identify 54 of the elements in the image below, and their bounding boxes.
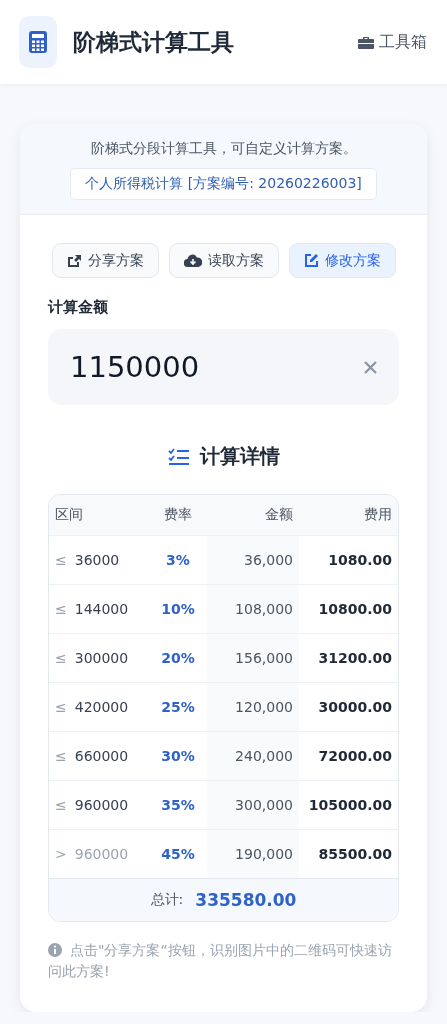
rate-cell-text: 30%: [160, 747, 196, 766]
amount-value[interactable]: 1150000: [70, 350, 364, 384]
fee-cell-text: 85500.00: [317, 845, 393, 864]
calculator-icon: [29, 31, 47, 53]
rate-cell-text: 35%: [160, 796, 196, 815]
fee-cell-text: 10800.00: [317, 600, 393, 619]
column-header: 费率: [163, 505, 193, 524]
rate-cell-text: 3%: [165, 551, 191, 570]
share-icon: [66, 253, 82, 268]
range-cell-text: ≤ 300000: [54, 649, 130, 668]
checklist-icon: [167, 447, 190, 466]
amount-cell: 190,000: [207, 830, 299, 878]
description-text: 阶梯式分段计算工具，可自定义计算方案。: [90, 140, 357, 158]
section-title: 计算详情: [199, 443, 280, 470]
column-header: 金额: [264, 505, 294, 524]
range-cell-text: ≤ 420000: [54, 698, 130, 717]
amount-label: 计算金额: [48, 298, 109, 317]
info-icon: [48, 943, 62, 957]
total-label: 总计:: [150, 891, 184, 909]
range-cell-text: ≤ 960000: [54, 796, 130, 815]
fee-cell-text: 72000.00: [317, 747, 393, 766]
range-cell-text: > 960000: [54, 845, 130, 864]
note-text: 点击"分享方案“按钮，识别图片中的二维码可快速访问此方案!: [48, 941, 393, 981]
column-header: 区间: [54, 505, 84, 524]
app-title: 阶梯式计算工具: [73, 27, 235, 57]
fee-cell-text: 30000.00: [317, 698, 393, 717]
amount-cell: 300,000: [207, 781, 299, 829]
range-cell-text: ≤ 144000: [54, 600, 130, 619]
edit-scheme-button[interactable]: 修改方案: [288, 243, 396, 278]
fee-cell-text: 31200.00: [317, 649, 393, 668]
edit-icon: [303, 253, 319, 268]
rate-cell-text: 45%: [160, 845, 196, 864]
toolbox-icon: [358, 35, 374, 49]
amount-field[interactable]: 1150000: [48, 329, 399, 405]
amount-cell: 108,000: [207, 585, 299, 633]
amount-cell: 240,000: [207, 732, 299, 780]
fee-cell-text: 1080.00: [327, 551, 393, 570]
amount-cell: 120,000: [207, 683, 299, 731]
cloud-download-icon: [183, 254, 202, 267]
load-scheme-button[interactable]: 读取方案: [168, 243, 279, 278]
amount-cell: 36,000: [207, 536, 299, 584]
share-scheme-button[interactable]: 分享方案: [51, 243, 159, 278]
rate-cell-text: 25%: [160, 698, 196, 717]
range-cell-text: ≤ 660000: [54, 747, 130, 766]
fee-cell-text: 105000.00: [307, 796, 393, 815]
rate-cell-text: 20%: [160, 649, 196, 668]
range-cell-text: ≤ 36000: [54, 551, 121, 570]
total-value: 335580.00: [195, 890, 297, 910]
clear-icon[interactable]: [364, 360, 377, 374]
amount-cell: 156,000: [207, 634, 299, 682]
toolbox-link[interactable]: 工具箱: [358, 31, 427, 53]
rate-cell-text: 10%: [160, 600, 196, 619]
column-header: 费用: [363, 505, 393, 524]
scheme-label: 个人所得税计算 [方案编号: 20260226003]: [70, 168, 377, 200]
